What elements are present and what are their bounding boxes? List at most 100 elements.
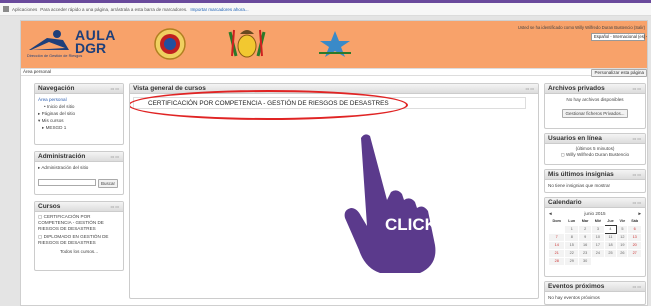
aula-dgr-logo[interactable]: AULA DGR Dirección de Gestión de Riesgos (27, 28, 121, 60)
course-link-certification-label: CERTIFICACIÓN POR COMPETENCIA - GESTIÓN … (38, 214, 104, 231)
calendar-day-cell[interactable]: 6 (627, 225, 642, 234)
calendar-day-cell[interactable]: 30 (578, 257, 593, 266)
calendar-day-cell[interactable]: 12 (616, 233, 629, 242)
calendar-day-header: Jue (607, 219, 614, 223)
calendar-day-cell[interactable]: 4 (603, 225, 618, 234)
calendar-day-cell[interactable]: 27 (627, 249, 642, 258)
breadcrumb[interactable]: Área personal (23, 69, 51, 74)
badges-block: Mis últimos insignias ▭▭ No tiene insign… (544, 169, 646, 193)
private-files-title: Archivos privados (548, 85, 605, 92)
manage-private-files-button[interactable]: Gestionar ficheros Privados... (562, 109, 628, 118)
block-controls-icon[interactable]: ▭▭ (632, 200, 642, 205)
private-files-block: Archivos privados ▭▭ No hay archivos dis… (544, 83, 646, 129)
breadcrumb-bar: Área personal Personalizar esta página (21, 68, 647, 77)
online-user-entry[interactable]: ◻ Willy Wilfredo Duran Bustencio (548, 152, 642, 158)
private-files-empty: No hay archivos disponibles (566, 97, 624, 102)
calendar-day-cell[interactable]: 26 (616, 249, 629, 258)
logo-subtitle: Dirección de Gestión de Riesgos (27, 54, 83, 58)
calendar-prev-icon[interactable]: ◄ (548, 210, 553, 217)
block-controls-icon[interactable]: ▭▭ (632, 284, 642, 289)
calendar-day-cell[interactable]: 8 (564, 233, 580, 242)
customize-page-button[interactable]: Personalizar esta página (591, 69, 647, 77)
calendar-day-cell[interactable]: 16 (578, 241, 593, 250)
block-controls-icon[interactable]: ▭▭ (110, 204, 120, 209)
calendar-day-cell[interactable]: 28 (547, 257, 566, 266)
calendar-day-cell[interactable]: 21 (547, 249, 566, 258)
calendar-day-cell[interactable]: 23 (578, 249, 593, 258)
calendar-day-cell[interactable]: 24 (591, 249, 605, 258)
course-overview-title: Vista general de cursos (133, 85, 206, 92)
courses-block: Cursos ▭▭ ▢ CERTIFICACIÓN POR COMPETENCI… (34, 201, 124, 271)
nav-item-site-pages[interactable]: ▸ Páginas del sitio (38, 110, 120, 117)
courses-title: Cursos (38, 203, 61, 210)
online-users-block: Usuarios en línea ▭▭ (últimos 5 minutos)… (544, 133, 646, 165)
login-info[interactable]: Usted se ha identificado como Willy Wilf… (518, 25, 645, 30)
language-select[interactable]: Español - Internacional (es) ▾ (591, 33, 647, 41)
upcoming-events-title: Eventos próximos (548, 283, 605, 290)
calendar-day-header: Vie (619, 219, 626, 223)
click-hand-icon: CLICK (344, 134, 438, 273)
course-link-certification[interactable]: ▢ CERTIFICACIÓN POR COMPETENCIA - GESTIÓ… (38, 214, 120, 232)
calendar-day-cell[interactable]: 5 (616, 225, 629, 234)
import-bookmarks-link[interactable]: Importar marcadores ahora... (190, 7, 248, 12)
nav-item-site-home-label: Inicio del sitio (46, 104, 75, 109)
nav-item-course-label: MESGD 1 (45, 125, 67, 130)
calendar-day-cell[interactable]: 25 (603, 249, 618, 258)
calendar-day-cell[interactable]: 15 (564, 241, 580, 250)
calendar-day-cell[interactable]: 7 (547, 233, 566, 242)
admin-search-input[interactable] (38, 179, 96, 186)
calendar-day-cell (591, 257, 605, 266)
block-controls-icon[interactable]: ▭▭ (110, 86, 120, 91)
calendar-day-cell[interactable]: 17 (591, 241, 605, 250)
block-controls-icon[interactable]: ▭▭ (110, 154, 120, 159)
administration-block: Administración ▭▭ ▸ Administración del s… (34, 151, 124, 195)
calendar-day-cell[interactable]: 20 (627, 241, 642, 250)
admin-search-button[interactable]: Buscar (98, 179, 119, 188)
calendar-day-cell[interactable]: 2 (578, 225, 593, 234)
course-link-diploma[interactable]: ▢ DIPLOMADO EN GESTIÓN DE RIESGOS DE DES… (38, 234, 120, 246)
calendar-day-cell[interactable]: 11 (603, 233, 618, 242)
bookmarks-hint: Para acceder rápido a una página, arrást… (40, 6, 188, 12)
private-files-header: Archivos privados ▭▭ (545, 84, 645, 94)
block-controls-icon[interactable]: ▭▭ (632, 86, 642, 91)
click-label: CLICK (385, 215, 438, 234)
calendar-day-cell[interactable]: 22 (564, 249, 580, 258)
online-users-title: Usuarios en línea (548, 135, 602, 142)
calendar-day-header: Mar (581, 219, 589, 223)
navigation-block: Navegación ▭▭ Área personal • Inicio del… (34, 83, 124, 145)
calendar-day-cell[interactable]: 19 (616, 241, 629, 250)
upcoming-events-block: Eventos próximos ▭▭ No hay eventos próxi… (544, 281, 646, 305)
calendar-day-header: Lun (568, 219, 576, 223)
navigation-title: Navegación (38, 85, 75, 92)
calendar-month[interactable]: junio 2015 (584, 210, 605, 217)
calendar-day-cell[interactable]: 29 (564, 257, 580, 266)
courses-block-header: Cursos ▭▭ (35, 202, 123, 212)
nav-item-my-courses[interactable]: ▾ Mis cursos (38, 117, 120, 124)
calendar-day-cell[interactable]: 9 (578, 233, 593, 242)
calendar-day-cell[interactable]: 13 (627, 233, 642, 242)
site-header: AULA DGR Dirección de Gestión de Riesgos… (21, 21, 647, 68)
dgr-logo-mark-icon (29, 30, 69, 50)
calendar-day-cell[interactable]: 10 (591, 233, 605, 242)
block-controls-icon[interactable]: ▭▭ (632, 172, 642, 177)
nav-item-course[interactable]: ▸ MESGD 1 (38, 124, 120, 131)
all-courses-link[interactable]: Todos los cursos... (38, 249, 120, 255)
nav-item-home[interactable]: Área personal (38, 96, 120, 103)
apps-grid-icon[interactable] (3, 6, 9, 12)
user-avatar-icon: ◻ (560, 152, 565, 157)
admin-site-label: Administración del sitio (41, 165, 89, 170)
calendar-day-cell (603, 257, 618, 266)
block-controls-icon[interactable]: ▭▭ (525, 86, 535, 91)
block-controls-icon[interactable]: ▭▭ (632, 136, 642, 141)
admin-site-link[interactable]: ▸ Administración del sitio (38, 164, 120, 171)
calendar-day-cell (547, 225, 566, 234)
nav-item-site-home[interactable]: • Inicio del sitio (38, 103, 120, 110)
calendar-day-cell[interactable]: 18 (603, 241, 618, 250)
calendar-day-cell[interactable]: 14 (547, 241, 566, 250)
calendar-day-cell[interactable]: 3 (591, 225, 605, 234)
calendar-next-icon[interactable]: ► (637, 210, 642, 217)
bookmarks-apps-label[interactable]: Aplicaciones (12, 7, 37, 12)
calendar-day-cell (627, 257, 642, 266)
upcoming-events-header: Eventos próximos ▭▭ (545, 282, 645, 292)
calendar-day-cell[interactable]: 1 (564, 225, 580, 234)
